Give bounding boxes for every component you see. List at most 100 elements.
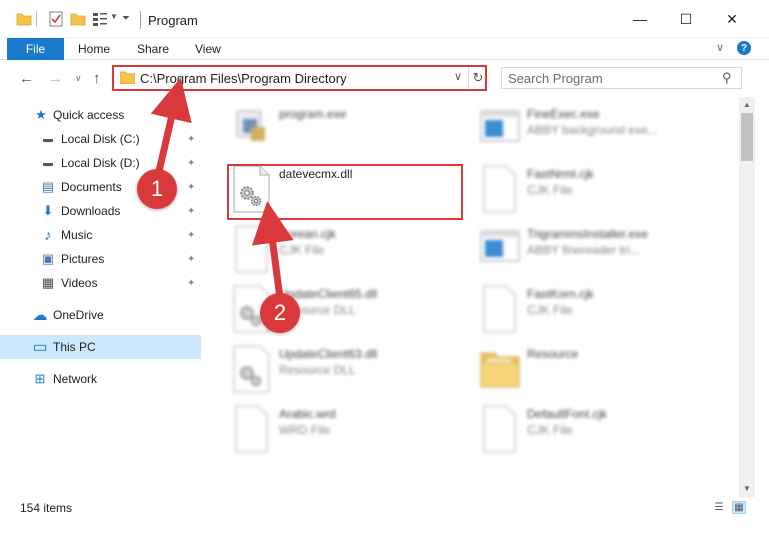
up-button[interactable]: ↑ [93,70,101,87]
back-button[interactable]: ← [19,70,34,87]
navigation-pane: ★ Quick access ▬ Local Disk (C:) ✦ ▬ Loc… [0,97,205,487]
sidebar-item-label: Local Disk (C:) [61,132,140,146]
file-item-eprean-cjk[interactable]: Eprean.cjk CJK File [231,221,471,279]
forward-button[interactable]: → [48,70,63,87]
file-icon [483,165,516,213]
sidebar-item-pictures[interactable]: ▣ Pictures ✦ [0,247,201,271]
file-type: CJK File [527,303,573,317]
recent-locations-button[interactable]: ∨ [75,73,82,84]
minimize-button[interactable]: — [617,0,663,38]
search-input[interactable] [508,71,708,86]
cloud-icon: ☁ [32,307,48,324]
drive-icon: ▬ [43,133,53,145]
close-button[interactable]: ✕ [709,0,755,38]
computer-icon: ▭ [32,339,48,356]
pictures-icon: ▣ [41,251,55,266]
sidebar-item-label: Videos [61,276,98,290]
file-item-trigrammsinstaller-exe[interactable]: TrigrammsInstaller.exe ABBY finereader t… [479,221,719,279]
pin-icon[interactable]: ✦ [187,158,195,169]
maximize-button[interactable]: ☐ [663,0,709,38]
address-path[interactable]: C:\Program Files\Program Directory [140,71,347,86]
star-icon: ★ [35,107,47,122]
scroll-up-icon[interactable]: ▲ [739,97,755,111]
sidebar-item-label: Downloads [61,204,121,218]
pin-icon[interactable]: ✦ [187,230,195,241]
sidebar-item-label: Music [61,228,93,242]
network-icon: ⊞ [34,371,46,386]
file-type: ABBY finereader tri... [527,243,640,257]
file-type: WRD File [279,423,331,437]
sidebar-item-local-disk-d[interactable]: ▬ Local Disk (D:) ✦ [0,151,201,175]
refresh-button[interactable]: ↻ [468,67,487,89]
file-item-fastnrml-cjk[interactable]: FastNrml.cjk CJK File [479,161,719,219]
download-icon: ⬇ [42,203,54,218]
file-name: FineExec.exe [527,107,600,121]
file-item-fineexec-exe[interactable]: FineExec.exe ABBY background exe... [479,101,719,159]
sidebar-item-onedrive[interactable]: ☁ OneDrive [0,303,201,327]
file-list: program.exe FineExec.exe ABBY background… [205,97,739,487]
scroll-thumb[interactable] [741,113,753,161]
large-icons-view-icon[interactable]: ▦ [732,501,746,514]
sidebar-item-quick-access[interactable]: ★ Quick access [0,103,201,127]
folder-icon[interactable] [16,11,32,27]
title-bar: ▼ ⏷ Program — ☐ ✕ [0,0,769,38]
properties-icon[interactable] [48,11,64,27]
file-item-fastkorn-cjk[interactable]: FastKorn.cjk CJK File [479,281,719,339]
drive-icon: ▬ [43,157,53,169]
search-icon[interactable]: ⚲ [722,70,732,86]
file-name: FastKorn.cjk [527,287,594,301]
ribbon-tabs: File Home Share View ∨ ? [0,38,769,60]
callout-step-2: 2 [260,293,300,333]
app-window-icon [480,110,520,142]
file-icon [483,285,516,333]
details-view-icon[interactable]: ☰ [712,501,726,514]
tab-home[interactable]: Home [78,42,110,56]
new-folder-icon[interactable] [70,11,86,27]
file-name: program.exe [279,107,347,121]
sidebar-item-network[interactable]: ⊞ Network [0,367,201,391]
file-name: Eprean.cjk [279,227,336,241]
file-name: FastNrml.cjk [527,167,594,181]
file-type: CJK File [279,243,325,257]
tab-file[interactable]: File [7,38,64,60]
callout-step-1: 1 [137,169,177,209]
help-button[interactable]: ? [737,41,751,55]
pin-icon[interactable]: ✦ [187,254,195,265]
file-type: CJK File [527,183,573,197]
customize-toolbar-icon[interactable]: ⏷ [122,13,130,24]
sidebar-item-music[interactable]: ♪ Music ✦ [0,223,201,247]
file-type: Resource DLL [279,363,356,377]
pin-icon[interactable]: ✦ [187,182,195,193]
sidebar-item-label: Network [53,372,98,386]
sidebar-item-this-pc[interactable]: ▭ This PC [0,335,201,359]
window-title: Program [148,13,198,28]
sidebar-item-label: Documents [61,180,122,194]
expand-ribbon-icon[interactable]: ∨ [716,41,724,54]
file-item-arabic-wrd[interactable]: Arabic.wrd WRD File [231,401,471,459]
file-icon [235,225,268,273]
qa-dropdown-icon[interactable]: ▼ [110,12,118,21]
search-box[interactable]: ⚲ [501,67,742,89]
tab-view[interactable]: View [195,42,221,56]
separator [36,11,37,27]
address-bar[interactable]: C:\Program Files\Program Directory ∨ ↻ [112,65,487,91]
pin-icon[interactable]: ✦ [187,206,195,217]
vertical-scrollbar[interactable]: ▲ ▼ [739,97,755,497]
sidebar-item-label: Local Disk (D:) [61,156,140,170]
view-options-icon[interactable] [92,11,108,27]
sidebar-item-local-disk-c[interactable]: ▬ Local Disk (C:) ✦ [0,127,201,151]
pin-icon[interactable]: ✦ [187,134,195,145]
tab-share[interactable]: Share [137,42,169,56]
scroll-down-icon[interactable]: ▼ [739,481,755,495]
dll-gear-icon [233,345,270,393]
file-item-updateclient63-dll[interactable]: UpdateClient63.dll Resource DLL [231,341,471,399]
documents-icon: ▤ [41,179,55,194]
pin-icon[interactable]: ✦ [187,278,195,289]
sidebar-item-videos[interactable]: ▦ Videos ✦ [0,271,201,295]
address-dropdown-icon[interactable]: ∨ [454,70,462,83]
file-item-program-exe[interactable]: program.exe [231,101,471,159]
file-type: CJK File [527,423,573,437]
file-item-resource-folder[interactable]: Resource [479,341,719,399]
file-icon [483,405,516,453]
file-item-defaultfont-cjk[interactable]: DefaultFont.cjk CJK File [479,401,719,459]
